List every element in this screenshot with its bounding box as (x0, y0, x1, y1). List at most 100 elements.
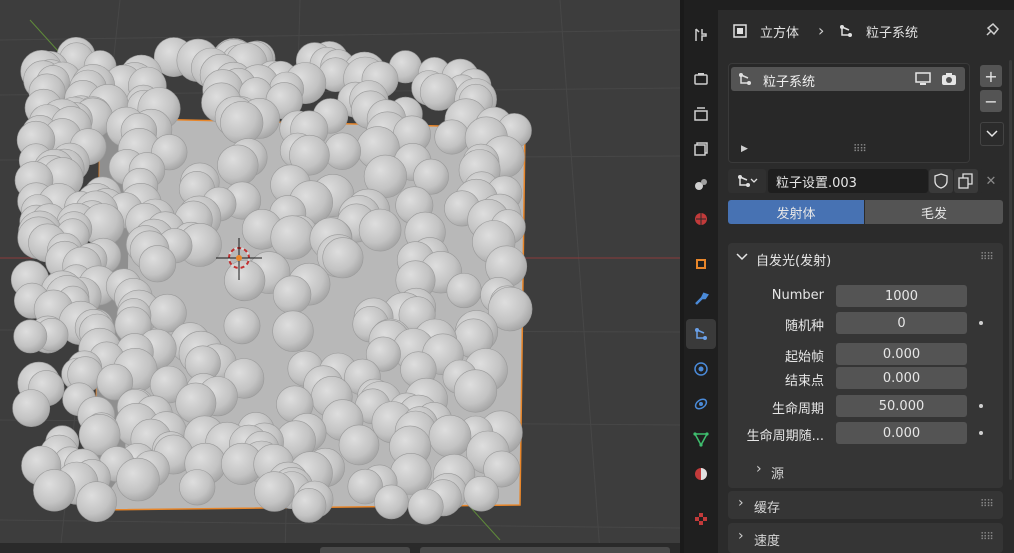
3d-viewport[interactable] (0, 0, 680, 553)
particle-sphere (407, 488, 444, 525)
emission-panel-header[interactable]: 自发光(发射) ⠿⠿ (728, 243, 1003, 273)
frame-end-label: 结束点 (784, 374, 824, 389)
list-menu-button[interactable] (980, 122, 1004, 146)
emission-panel: 自发光(发射) ⠿⠿ Number 1000 随机种 0 起始帧 0.000 结… (728, 243, 1003, 488)
frame-end-field[interactable]: 0.000 (836, 367, 967, 389)
object-icon[interactable] (686, 249, 716, 279)
viewport-canvas[interactable] (0, 0, 680, 553)
properties-panel: 立方体 › 粒子系统 粒子系统 ▶ ⠿⠿ + − 粒子设置.003 ✕ 发射体 … (718, 0, 1014, 553)
panel-scrollbar[interactable] (1009, 60, 1012, 480)
particle-sphere (428, 414, 472, 458)
particle-sphere (138, 245, 177, 283)
panel-top-strip (718, 0, 1014, 10)
emission-row-number: Number 1000 (728, 284, 1003, 308)
number-label: Number (771, 288, 824, 303)
particle-sphere (12, 389, 51, 428)
particle-sphere (270, 215, 315, 260)
particles-icon[interactable] (686, 319, 716, 349)
viewport-footer (0, 543, 680, 553)
lifetime-label: 生命周期 (771, 402, 824, 417)
scene-icon[interactable] (686, 169, 716, 199)
velocity-panel[interactable]: › 速度 ⠿⠿ (728, 523, 1003, 553)
particle-sphere (338, 424, 380, 466)
velocity-panel-title: 速度 (754, 534, 781, 549)
emission-row-seed: 随机种 0 (728, 311, 1003, 335)
keyframe-dot-icon[interactable] (979, 321, 983, 325)
list-resize-grip-icon[interactable]: ⠿⠿ (853, 144, 867, 155)
source-subpanel-header[interactable]: › 源 (728, 459, 1003, 483)
particle-sphere (322, 237, 364, 279)
pin-icon[interactable] (982, 22, 1000, 44)
particle-sphere (272, 275, 312, 314)
particle-sphere (179, 469, 216, 506)
particles-icon (737, 71, 753, 91)
show-viewport-icon[interactable] (915, 72, 931, 90)
expand-list-icon[interactable]: ▶ (741, 144, 748, 154)
particle-sphere (323, 132, 361, 170)
footer-tab[interactable] (420, 547, 670, 553)
render-icon[interactable] (686, 64, 716, 94)
cache-panel[interactable]: › 缓存 ⠿⠿ (728, 491, 1003, 519)
breadcrumb-object: 立方体 (760, 26, 800, 41)
particle-sphere (272, 310, 314, 352)
particle-sphere (76, 481, 118, 523)
frame-start-field[interactable]: 0.000 (836, 343, 967, 365)
constraints-icon[interactable] (686, 389, 716, 419)
breadcrumb-separator-icon: › (818, 21, 825, 40)
fake-user-button[interactable] (929, 169, 953, 193)
duplicate-icon (958, 173, 973, 189)
breadcrumb-section: 粒子系统 (866, 26, 919, 41)
cache-panel-title: 缓存 (754, 501, 781, 516)
particle-spheres (10, 36, 533, 525)
particle-sphere (291, 487, 327, 523)
tool-icon[interactable] (686, 20, 716, 50)
settings-browse-button[interactable] (728, 169, 766, 193)
close-icon: ✕ (985, 173, 997, 189)
number-field[interactable]: 1000 (836, 285, 967, 307)
emission-row-lifetime-random: 生命周期随... 0.000 (728, 421, 1003, 445)
world-icon[interactable] (686, 204, 716, 234)
particle-sphere (374, 484, 409, 520)
seed-field[interactable]: 0 (836, 312, 967, 334)
panel-drag-grip-icon[interactable]: ⠿⠿ (980, 532, 994, 543)
data-icon[interactable] (686, 424, 716, 454)
breadcrumb: 立方体 › 粒子系统 (718, 14, 1014, 48)
panel-drag-grip-icon[interactable]: ⠿⠿ (980, 252, 994, 263)
particle-sphere (223, 307, 261, 345)
keyframe-dot-icon[interactable] (979, 404, 983, 408)
footer-tab[interactable] (320, 547, 410, 553)
chevron-right-icon: › (738, 528, 744, 544)
list-item[interactable]: 粒子系统 (731, 67, 965, 91)
object-mode-icon (732, 23, 748, 43)
particle-system-list[interactable]: 粒子系统 ▶ ⠿⠿ (728, 63, 970, 163)
particle-sphere (453, 369, 498, 413)
view-layer-icon[interactable] (686, 134, 716, 164)
output-icon[interactable] (686, 99, 716, 129)
emission-panel-title: 自发光(发射) (756, 254, 832, 269)
properties-tab-bar (684, 0, 718, 553)
material-icon[interactable] (686, 459, 716, 489)
particles-icon (838, 23, 854, 43)
modifier-icon[interactable] (686, 284, 716, 314)
show-render-icon[interactable] (941, 72, 957, 90)
particle-sphere (446, 272, 482, 309)
settings-name-field[interactable]: 粒子设置.003 (768, 169, 928, 193)
chevron-down-icon (736, 253, 748, 261)
unlink-settings-button[interactable]: ✕ (979, 169, 1003, 193)
particle-sphere (220, 101, 264, 145)
panel-drag-grip-icon[interactable]: ⠿⠿ (980, 499, 994, 510)
lifetime-random-field[interactable]: 0.000 (836, 422, 967, 444)
type-hair-button[interactable]: 毛发 (865, 200, 1003, 224)
keyframe-dot-icon[interactable] (979, 431, 983, 435)
emission-row-frame-start: 起始帧 0.000 (728, 342, 1003, 366)
lifetime-field[interactable]: 50.000 (836, 395, 967, 417)
particle-sphere (358, 208, 402, 252)
add-particle-system-button[interactable]: + (980, 65, 1002, 87)
particle-sphere (116, 457, 160, 502)
source-subpanel-title: 源 (771, 467, 785, 482)
duplicate-settings-button[interactable] (954, 169, 978, 193)
texture-icon[interactable] (686, 504, 716, 534)
remove-particle-system-button[interactable]: − (980, 90, 1002, 112)
physics-icon[interactable] (686, 354, 716, 384)
type-emitter-button[interactable]: 发射体 (728, 200, 864, 224)
